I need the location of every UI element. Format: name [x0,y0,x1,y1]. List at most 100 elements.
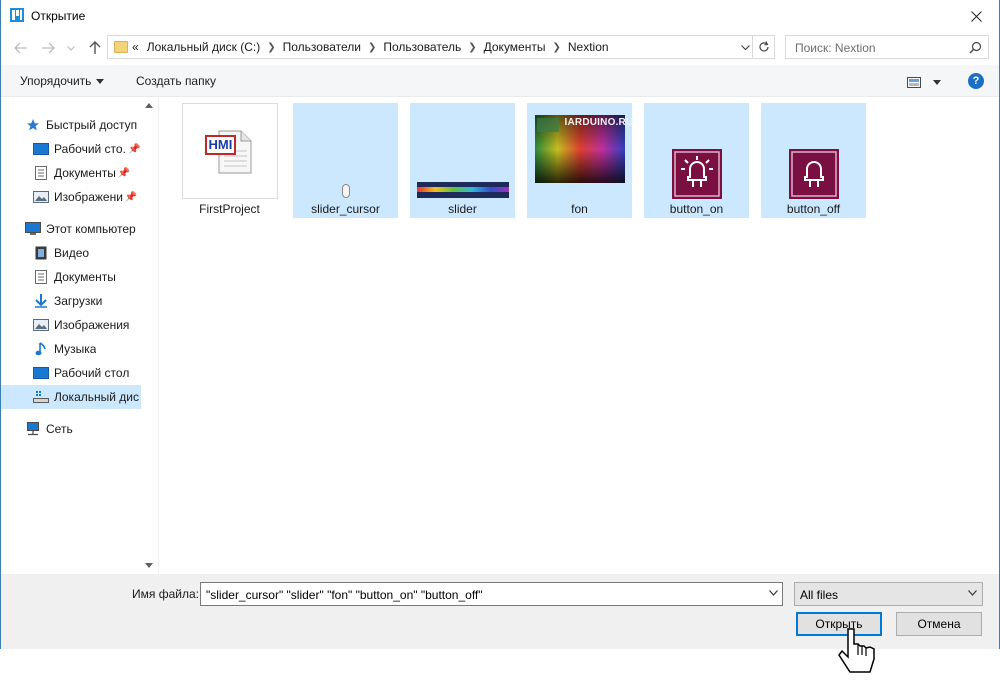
chevron-right-icon[interactable]: ❯ [468,42,476,53]
chevron-right-icon[interactable]: ❯ [368,42,376,53]
view-options-icon [907,76,921,88]
star-icon [25,118,41,132]
pictures-icon [33,190,49,204]
slider-cursor-image [341,184,350,198]
file-thumbnail [293,103,398,199]
pin-icon: 📌 [117,167,131,179]
chevron-down-icon [67,45,75,51]
file-item-button-on[interactable]: button_on [644,103,749,218]
breadcrumb-overflow[interactable]: « [132,40,139,54]
file-name: slider [448,202,477,216]
close-button[interactable] [961,4,991,28]
caret-down-icon [933,80,941,85]
open-file-dialog: Открытие « Локальный диск (C:) ❯ Пользов… [0,0,1000,649]
desktop-icon [33,142,49,156]
file-item-firstproject[interactable]: HMI FirstProject [177,103,282,218]
navigation-pane: Быстрый доступ Рабочий сто. 📌 Документы … [1,98,159,574]
chevron-down-icon [968,590,977,596]
arrow-left-icon [14,42,27,54]
documents-icon [33,166,49,180]
breadcrumb-item[interactable]: Пользователь [383,40,461,54]
button-on-image [671,149,722,199]
help-button[interactable]: ? [968,73,984,89]
filename-label: Имя файла: [132,587,199,601]
file-name: button_off [786,202,841,216]
pin-icon: 📌 [124,191,138,203]
hmi-file-icon: HMI [181,103,278,199]
file-thumbnail: IARDUINO.RU [527,103,634,199]
chevron-down-icon [740,44,750,50]
title-bar[interactable]: Открытие [1,0,999,31]
music-icon [33,342,49,356]
organize-label: Упорядочить [20,74,92,88]
documents-icon [33,270,49,284]
pin-icon: 📌 [127,143,141,155]
navigation-scrollbar[interactable] [141,98,158,574]
breadcrumb: « Локальный диск (C:) ❯ Пользователи ❯ П… [132,40,609,54]
sidebar-item-local-disk[interactable]: Локальный дис [1,385,141,409]
new-folder-label: Создать папку [136,74,216,88]
change-view-button[interactable] [907,74,947,90]
button-off-image [788,149,839,199]
hmi-badge: HMI [204,135,237,155]
file-thumbnail [644,103,749,199]
video-icon [33,246,49,260]
pictures-icon [33,318,49,332]
filetype-select[interactable]: All files [794,582,983,606]
scroll-up-icon[interactable] [145,103,153,108]
breadcrumb-item[interactable]: Nextion [568,40,609,54]
sidebar-item-this-pc[interactable]: Этот компьютер [25,217,158,241]
filename-field[interactable]: "slider_cursor" "slider" "fon" "button_o… [200,582,783,606]
refresh-button[interactable] [753,35,775,59]
file-thumbnail [761,103,866,199]
arrow-up-icon [89,41,101,54]
file-list[interactable]: HMI FirstProject slider_cursor slider IA… [160,98,999,574]
navigation-bar: « Локальный диск (C:) ❯ Пользователи ❯ П… [1,31,999,65]
network-icon [25,422,41,436]
file-thumbnail: HMI [177,103,282,199]
slider-image [416,182,509,198]
forward-button[interactable] [39,39,57,57]
breadcrumb-item[interactable]: Локальный диск (C:) [147,40,261,54]
file-item-button-off[interactable]: button_off [761,103,866,218]
caret-down-icon [96,79,105,84]
search-input[interactable]: Поиск: Nextion [785,35,989,59]
breadcrumb-item[interactable]: Документы [484,40,546,54]
organize-button[interactable]: Упорядочить [20,74,105,88]
file-name: button_on [669,202,724,216]
address-history-dropdown[interactable] [737,35,753,59]
file-item-fon[interactable]: IARDUINO.RU fon [527,103,634,218]
filename-value: "slider_cursor" "slider" "fon" "button_o… [206,588,483,602]
search-icon[interactable] [969,41,982,54]
computer-icon [25,222,41,236]
folder-icon [114,41,128,53]
file-name: FirstProject [199,202,260,216]
refresh-icon [758,41,769,52]
arrow-right-icon [42,42,55,54]
file-thumbnail [410,103,515,199]
file-item-slider[interactable]: slider [410,103,515,218]
chevron-down-icon[interactable] [769,590,778,596]
file-name: slider_cursor [311,202,380,216]
new-folder-button[interactable]: Создать папку [136,74,216,88]
recent-locations-button[interactable] [65,39,77,57]
chevron-right-icon[interactable]: ❯ [267,42,275,53]
close-icon [970,10,982,22]
up-button[interactable] [86,39,104,57]
cancel-button[interactable]: Отмена [896,612,982,636]
nextion-app-icon [10,8,24,22]
back-button[interactable] [12,39,30,57]
file-item-slider-cursor[interactable]: slider_cursor [293,103,398,218]
mouse-cursor-icon [838,628,875,673]
filetype-value: All files [800,588,839,602]
sidebar-item-network[interactable]: Сеть [25,417,158,441]
chevron-right-icon[interactable]: ❯ [552,42,560,53]
window-title: Открытие [31,9,86,23]
sidebar-item-quick-access[interactable]: Быстрый доступ [25,113,158,137]
address-bar[interactable]: « Локальный диск (C:) ❯ Пользователи ❯ П… [107,35,753,59]
fon-watermark: IARDUINO.RU [564,117,634,128]
scroll-down-icon[interactable] [145,563,153,568]
desktop-icon [33,366,49,380]
search-placeholder: Поиск: Nextion [795,41,876,55]
breadcrumb-item[interactable]: Пользователи [283,40,361,54]
